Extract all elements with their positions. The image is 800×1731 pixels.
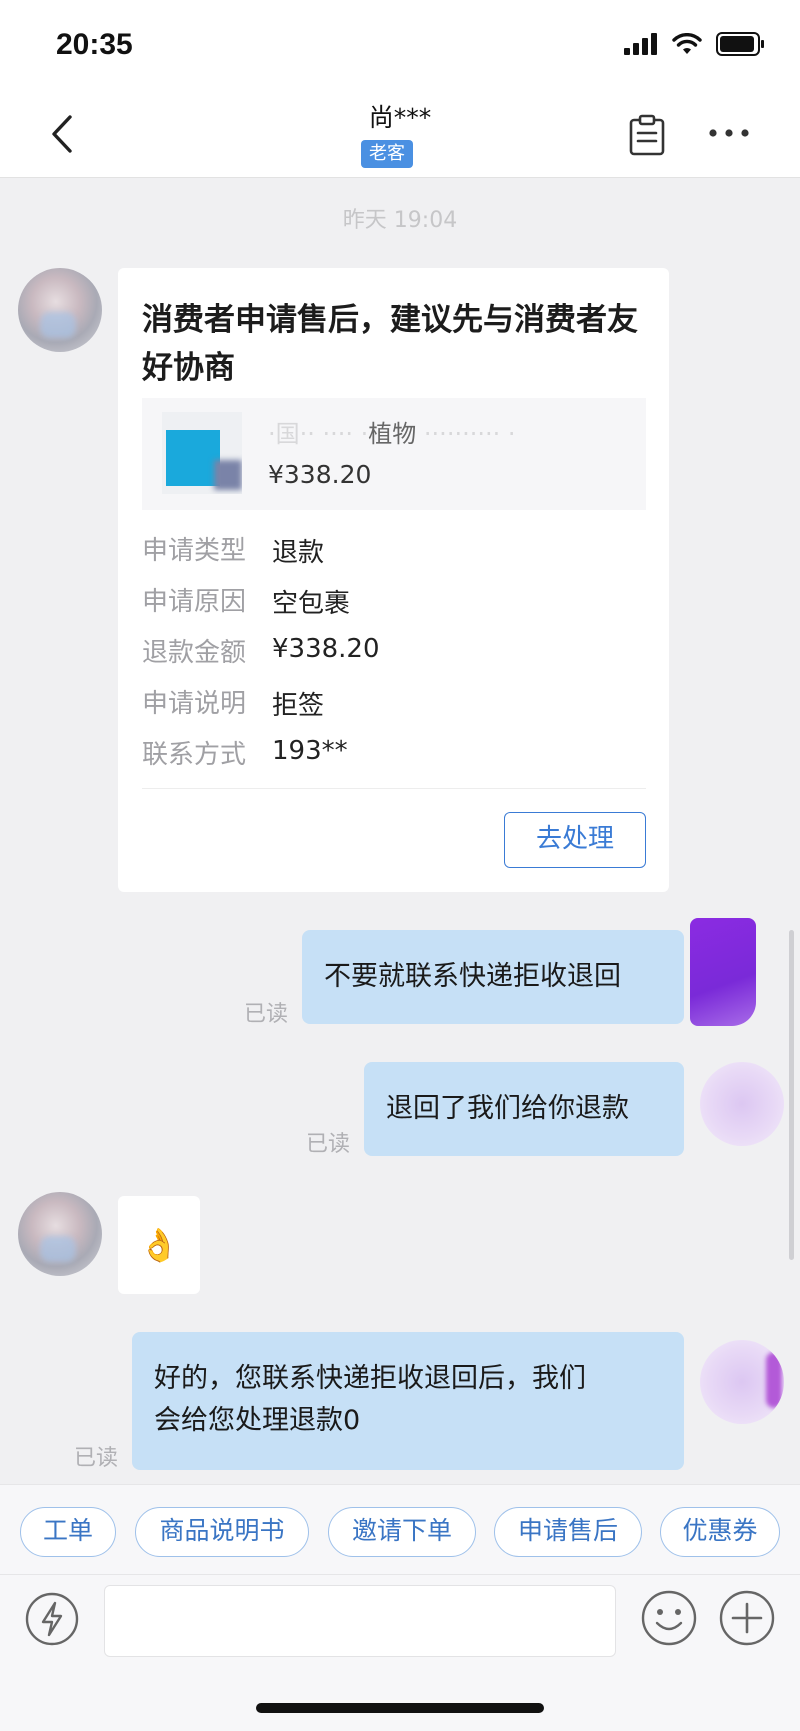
nav-bar: 尚*** 老客 <box>0 90 800 178</box>
product-summary[interactable]: ·国·· ···· ·植物 ·········· · ¥338.20 <box>142 398 646 510</box>
card-title: 消费者申请售后，建议先与消费者友好协商 <box>142 302 638 386</box>
ok-hand-emoji: 👌 <box>139 1226 179 1264</box>
chat-timestamp: 昨天 19:04 <box>342 208 458 233</box>
input-bar <box>0 1574 800 1731</box>
chat-scrollbar[interactable] <box>789 930 794 1260</box>
seller-avatar[interactable] <box>700 1340 784 1424</box>
quick-reply-after-sales[interactable]: 申请售后 <box>494 1507 642 1557</box>
read-status: 已读 <box>244 1002 289 1027</box>
home-indicator <box>256 1703 544 1713</box>
status-time: 20:35 <box>56 28 133 61</box>
quick-reply-bar: 工单 商品说明书 邀请下单 申请售后 优惠券 <box>0 1484 800 1574</box>
message-input[interactable] <box>104 1585 616 1657</box>
after-sales-card: 消费者申请售后，建议先与消费者友好协商 ·国·· ···· ·植物 ······… <box>118 268 669 892</box>
info-label: 申请说明 <box>142 689 247 719</box>
product-thumbnail <box>162 412 242 494</box>
smiley-icon[interactable] <box>640 1589 698 1647</box>
signal-icon <box>624 33 657 55</box>
wifi-icon <box>672 33 702 54</box>
message-bubble-outgoing[interactable]: 不要就联系快递拒收退回 <box>302 930 684 1024</box>
info-value: 空包裹 <box>272 589 351 619</box>
info-value: ¥338.20 <box>272 634 380 664</box>
info-label: 申请类型 <box>142 536 247 566</box>
quick-reply-coupon[interactable]: 优惠券 <box>660 1507 780 1557</box>
read-status: 已读 <box>306 1132 351 1157</box>
more-dots-icon[interactable] <box>708 126 750 140</box>
lightning-icon[interactable] <box>24 1591 80 1647</box>
seller-avatar[interactable] <box>700 1062 784 1146</box>
info-label: 联系方式 <box>142 740 247 770</box>
message-text-line: 好的，您联系快递拒收退回后，我们 <box>154 1363 586 1394</box>
info-value: 193** <box>272 736 348 766</box>
message-bubble-incoming[interactable]: 👌 <box>118 1196 200 1294</box>
quick-reply-invite-order[interactable]: 邀请下单 <box>328 1507 476 1557</box>
battery-icon <box>716 32 764 56</box>
message-text: 不要就联系快递拒收退回 <box>324 961 621 992</box>
plus-icon[interactable] <box>718 1589 776 1647</box>
seller-avatar[interactable] <box>690 918 756 1026</box>
product-name: ·国·· ···· ·植物 ·········· · <box>268 420 516 448</box>
contact-name: 尚*** <box>368 103 432 132</box>
status-bar: 20:35 <box>0 0 800 90</box>
customer-avatar[interactable] <box>18 268 102 352</box>
message-text-line: 会给您处理退款0 <box>154 1405 361 1436</box>
message-bubble-outgoing[interactable]: 退回了我们给你退款 <box>364 1062 684 1156</box>
info-label: 退款金额 <box>142 638 247 668</box>
message-text: 退回了我们给你退款 <box>386 1093 629 1124</box>
read-status: 已读 <box>74 1446 119 1471</box>
quick-reply-manual[interactable]: 商品说明书 <box>135 1507 309 1557</box>
info-value: 退款 <box>272 538 325 568</box>
customer-avatar[interactable] <box>18 1192 102 1276</box>
clipboard-icon[interactable] <box>628 114 666 156</box>
message-bubble-outgoing[interactable]: 好的，您联系快递拒收退回后，我们 会给您处理退款0 <box>132 1332 684 1470</box>
info-value: 拒签 <box>272 691 325 721</box>
card-divider <box>142 788 646 789</box>
info-label: 申请原因 <box>142 587 247 617</box>
status-icons <box>624 32 766 56</box>
process-button[interactable]: 去处理 <box>504 812 646 868</box>
quick-reply-ticket[interactable]: 工单 <box>20 1507 116 1557</box>
product-price: ¥338.20 <box>268 460 372 489</box>
customer-badge: 老客 <box>361 140 413 168</box>
